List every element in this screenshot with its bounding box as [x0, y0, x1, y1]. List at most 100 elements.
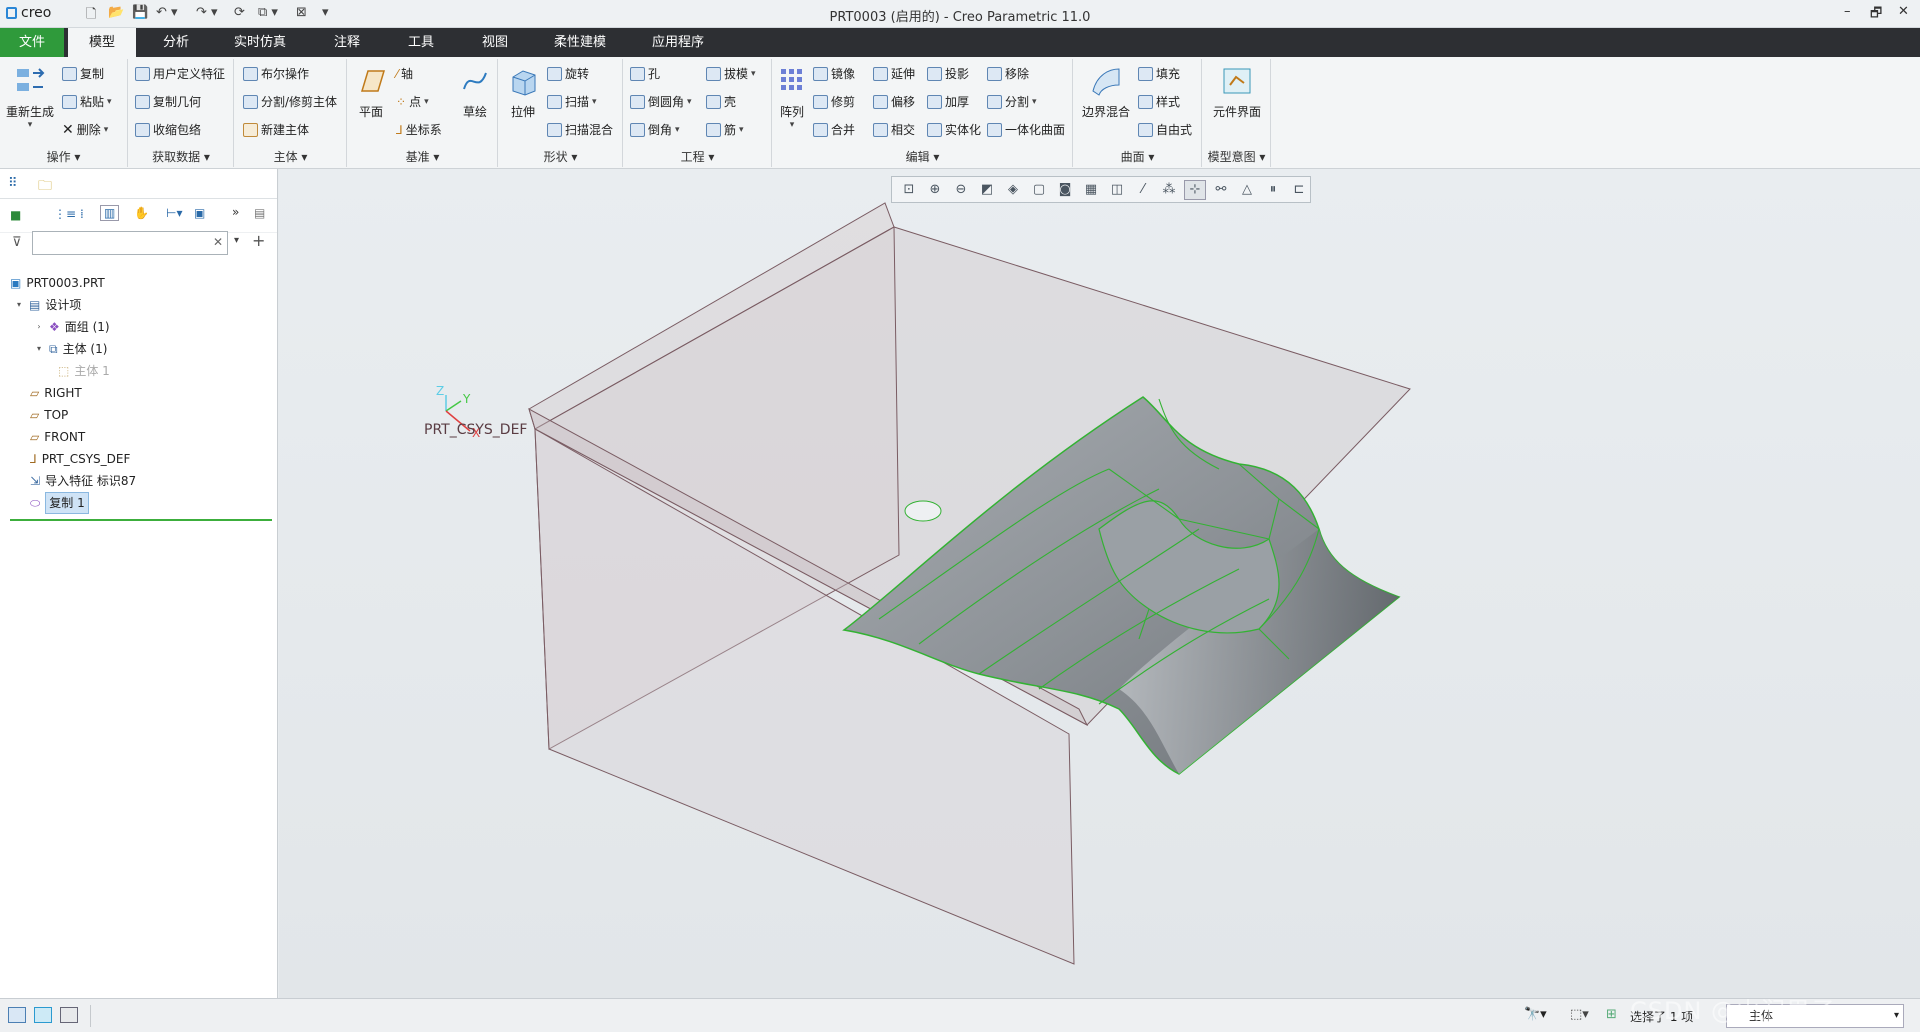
- sketch-button[interactable]: 草绘: [456, 65, 494, 120]
- tree-node-copy-1[interactable]: ⬭ 复制 1: [30, 492, 89, 514]
- pattern-button[interactable]: 阵列 ▾: [775, 65, 809, 130]
- tab-flexible-modeling[interactable]: 柔性建模: [536, 28, 624, 57]
- rib-button[interactable]: 筋 ▾: [706, 119, 744, 141]
- full-screen-icon[interactable]: [60, 1007, 78, 1023]
- thicken-button[interactable]: 加厚: [927, 91, 969, 113]
- tab-applications[interactable]: 应用程序: [630, 28, 726, 57]
- trim-button[interactable]: 修剪: [813, 91, 855, 113]
- paste-button[interactable]: 粘贴 ▾: [62, 91, 112, 113]
- csys-button[interactable]: ⅃ 坐标系: [396, 119, 442, 141]
- tree-node-design-items[interactable]: ▾ ▤ 设计项: [14, 295, 81, 315]
- draft-button[interactable]: 拔模 ▾: [706, 63, 756, 85]
- offset-button[interactable]: 偏移: [873, 91, 915, 113]
- group-get-data-label[interactable]: 获取数据 ▾: [129, 148, 233, 165]
- remove-button[interactable]: 移除: [987, 63, 1029, 85]
- filter-dropdown-icon[interactable]: ▾: [234, 235, 239, 246]
- insert-here-indicator[interactable]: [10, 519, 272, 521]
- chamfer-button[interactable]: 倒角 ▾: [630, 119, 680, 141]
- tree-node-bodies[interactable]: ▾ ⧉ 主体 (1): [34, 339, 107, 359]
- solidify-button[interactable]: 实体化: [927, 119, 981, 141]
- restore-button[interactable]: 🗗: [1870, 4, 1882, 26]
- tab-tools[interactable]: 工具: [386, 28, 456, 57]
- group-operations-label[interactable]: 操作 ▾: [0, 148, 127, 165]
- group-datum-label[interactable]: 基准 ▾: [348, 148, 497, 165]
- group-editing-label[interactable]: 编辑 ▾: [773, 148, 1072, 165]
- clear-icon[interactable]: ✕: [213, 235, 223, 249]
- split-button[interactable]: 分割 ▾: [987, 91, 1037, 113]
- extrude-button[interactable]: 拉伸: [503, 65, 543, 120]
- minimize-button[interactable]: –: [1844, 4, 1851, 19]
- tree-filter-input[interactable]: ✕: [32, 231, 228, 255]
- unify-surface-button[interactable]: 一体化曲面: [987, 119, 1065, 141]
- merge-button[interactable]: 合并: [813, 119, 855, 141]
- add-icon[interactable]: +: [252, 231, 265, 250]
- intersect-button[interactable]: 相交: [873, 119, 915, 141]
- group-engineering-label[interactable]: 工程 ▾: [624, 148, 771, 165]
- selection-filter-icon[interactable]: ⊞: [1606, 1007, 1617, 1022]
- split-trim-body-button[interactable]: 分割/修剪主体: [243, 91, 337, 113]
- freestyle-button[interactable]: 自由式: [1138, 119, 1192, 141]
- find-icon[interactable]: 🔭▾: [1524, 1007, 1547, 1022]
- show-navigator-icon[interactable]: [8, 1007, 26, 1023]
- shell-button[interactable]: 壳: [706, 91, 736, 113]
- tab-view[interactable]: 视图: [460, 28, 530, 57]
- filter-tree-icon[interactable]: ⊢▾: [166, 206, 182, 220]
- group-model-intent-label[interactable]: 模型意图 ▾: [1203, 148, 1270, 165]
- copy-button[interactable]: 复制: [62, 63, 104, 85]
- tab-analysis[interactable]: 分析: [144, 28, 208, 57]
- tree-node-csys[interactable]: ⅃ PRT_CSYS_DEF: [30, 449, 130, 469]
- delete-button[interactable]: ✕ 删除 ▾: [62, 119, 108, 141]
- highlight-icon[interactable]: ✋: [134, 206, 149, 220]
- plane-button[interactable]: 平面: [352, 65, 390, 120]
- tab-model[interactable]: 模型: [68, 28, 136, 57]
- mirror-button[interactable]: 镜像: [813, 63, 855, 85]
- tab-live-simulation[interactable]: 实时仿真: [214, 28, 306, 57]
- model-tree-tab-icon[interactable]: ⠿: [8, 176, 18, 191]
- axis-button[interactable]: ⁄ 轴: [396, 63, 413, 85]
- sweep-button[interactable]: 扫描 ▾: [547, 91, 597, 113]
- project-button[interactable]: 投影: [927, 63, 969, 85]
- revolve-button[interactable]: 旋转: [547, 63, 589, 85]
- tree-node-part[interactable]: ▣ PRT0003.PRT: [10, 273, 105, 293]
- point-button[interactable]: ⁘ 点 ▾: [396, 91, 429, 113]
- show-icon[interactable]: ■: [10, 208, 21, 222]
- show-browser-icon[interactable]: [34, 1007, 52, 1023]
- tree-node-top[interactable]: ▱ TOP: [30, 405, 68, 425]
- tree-node-body-1[interactable]: ⬚ 主体 1: [58, 361, 110, 381]
- round-button[interactable]: 倒圆角 ▾: [630, 91, 692, 113]
- folder-browser-tab-icon[interactable]: 🗀: [38, 175, 52, 199]
- boundary-blend-button[interactable]: 边界混合: [1078, 65, 1134, 120]
- group-body-label[interactable]: 主体 ▾: [235, 148, 346, 165]
- notes-icon[interactable]: ▤: [254, 206, 265, 220]
- graphics-viewport[interactable]: ⊡ ⊕ ⊖ ◩ ◈ ▢ ◙ ▦ ◫ ⁄ ⁂ ⊹ ⚯ △ ⏸ ⊏ Z Y X PR…: [279, 169, 1920, 998]
- shrinkwrap-button[interactable]: 收缩包络: [135, 119, 201, 141]
- tree-node-quilts[interactable]: › ❖ 面组 (1): [34, 317, 109, 337]
- regenerate-button[interactable]: 重新生成 ▾: [4, 65, 56, 130]
- fill-button[interactable]: 填充: [1138, 63, 1180, 85]
- style-button[interactable]: 样式: [1138, 91, 1180, 113]
- tree-node-import-feature[interactable]: ⇲ 导入特征 标识87: [30, 471, 136, 491]
- boolean-button[interactable]: 布尔操作: [243, 63, 309, 85]
- new-body-button[interactable]: 新建主体: [243, 119, 309, 141]
- copy-geometry-button[interactable]: 复制几何: [135, 91, 201, 113]
- columns-icon[interactable]: ▥: [100, 205, 120, 221]
- extend-button[interactable]: 延伸: [873, 63, 915, 85]
- expand-icon[interactable]: ▾: [34, 339, 44, 359]
- list-icon[interactable]: ⁞: [80, 207, 84, 221]
- collapsed-icon[interactable]: ›: [34, 317, 44, 337]
- tree-node-right[interactable]: ▱ RIGHT: [30, 383, 82, 403]
- swept-blend-button[interactable]: 扫描混合: [547, 119, 613, 141]
- group-shapes-label[interactable]: 形状 ▾: [499, 148, 622, 165]
- group-surfaces-label[interactable]: 曲面 ▾: [1074, 148, 1201, 165]
- tab-file[interactable]: 文件: [0, 28, 64, 57]
- tab-annotate[interactable]: 注释: [312, 28, 382, 57]
- layer-icon[interactable]: ▣: [194, 206, 205, 220]
- hole-button[interactable]: 孔: [630, 63, 660, 85]
- tree-settings-icon[interactable]: ⋮≡: [54, 207, 76, 221]
- expand-icon[interactable]: ▾: [14, 295, 24, 315]
- selection-box-icon[interactable]: ⬚▾: [1570, 1007, 1589, 1022]
- more-icon[interactable]: »: [232, 205, 239, 219]
- udf-button[interactable]: 用户定义特征: [135, 63, 225, 85]
- close-button[interactable]: ✕: [1898, 4, 1909, 19]
- tree-node-front[interactable]: ▱ FRONT: [30, 427, 85, 447]
